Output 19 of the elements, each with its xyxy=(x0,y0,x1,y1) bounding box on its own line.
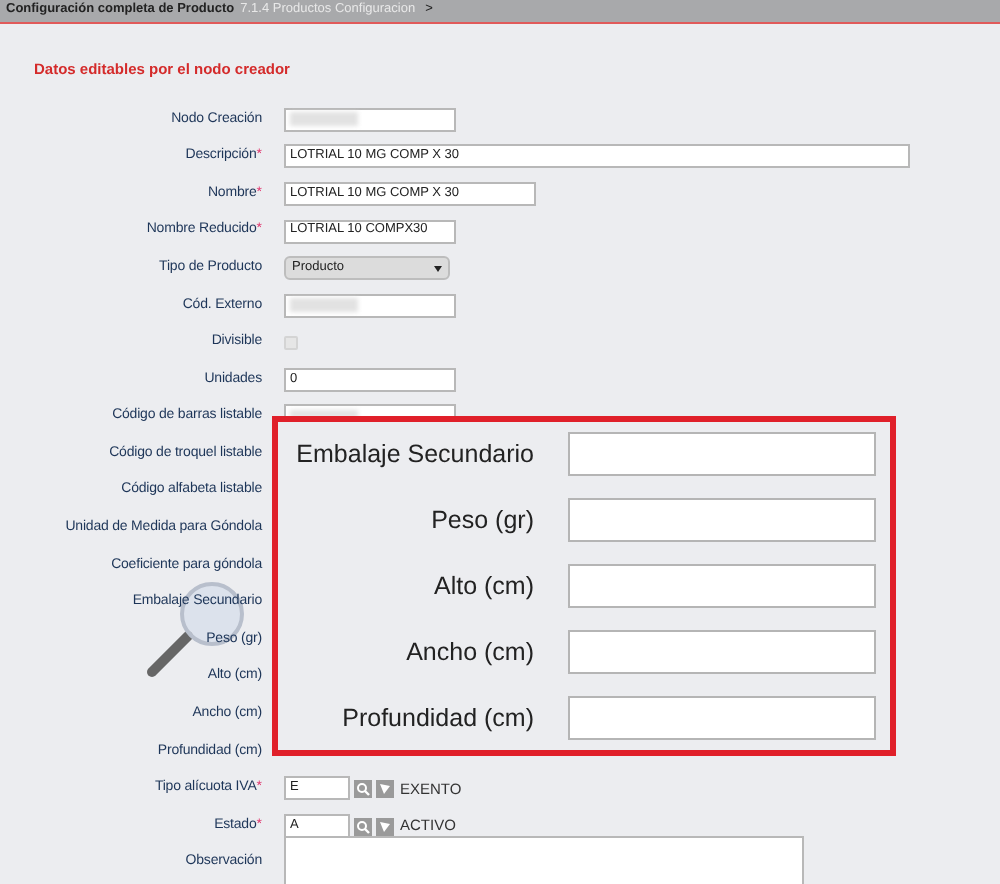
field-label: Profundidad (cm) xyxy=(342,701,534,736)
caret-icon xyxy=(434,265,442,272)
redacted-value xyxy=(290,298,358,313)
redacted-value xyxy=(290,112,358,127)
input-field[interactable] xyxy=(284,293,456,318)
input-field[interactable] xyxy=(284,107,456,132)
input-field[interactable] xyxy=(568,432,876,476)
input-field[interactable] xyxy=(568,696,876,740)
search-icon[interactable] xyxy=(354,779,372,798)
input-field[interactable] xyxy=(568,564,876,608)
field-label: Peso (gr) xyxy=(431,503,534,538)
field-label: Ancho (cm) xyxy=(406,635,534,670)
input-field[interactable] xyxy=(568,630,876,674)
field-label: Embalaje Secundario xyxy=(296,437,534,472)
input-field[interactable] xyxy=(568,498,876,542)
checkbox[interactable] xyxy=(284,335,298,350)
textarea-field[interactable] xyxy=(284,835,804,884)
search-icon[interactable] xyxy=(354,817,372,836)
field-label: Alto (cm) xyxy=(434,569,534,604)
